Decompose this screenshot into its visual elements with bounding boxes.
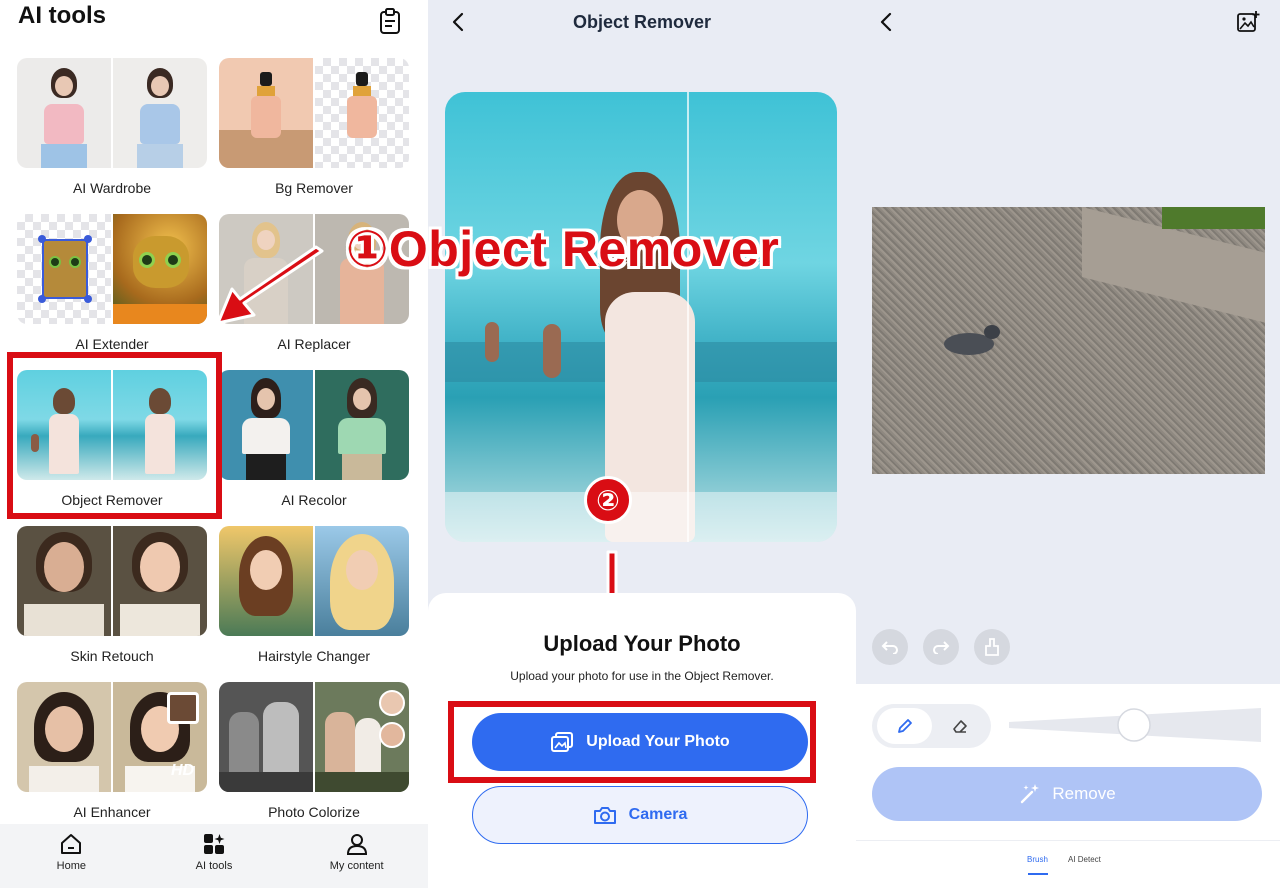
nav-label: Home: [56, 860, 86, 872]
add-image-icon[interactable]: [1236, 10, 1260, 34]
pointer-arrow: [216, 245, 324, 325]
object-remover-editor-screen: Remove Brush AI Detect: [856, 0, 1280, 888]
tab-brush[interactable]: Brush: [1027, 855, 1048, 875]
undo-icon: [881, 641, 898, 654]
tool-thumbnail: [219, 58, 409, 168]
tool-thumbnail: [219, 682, 409, 792]
tool-card-ai-recolor[interactable]: AI Recolor: [219, 370, 409, 508]
slider-thumb: [1117, 708, 1151, 742]
tool-card-bg-remover[interactable]: Bg Remover: [219, 58, 409, 196]
remove-label: Remove: [1052, 784, 1116, 803]
camera-icon: [593, 807, 616, 824]
broom-icon: [985, 638, 999, 656]
screen-title: Object Remover: [572, 12, 712, 32]
camera-label: Camera: [628, 806, 688, 823]
tool-label: Bg Remover: [275, 180, 353, 196]
page-title: AI tools: [18, 2, 106, 29]
brush-size-slider[interactable]: [1009, 706, 1261, 744]
tool-thumbnail: [219, 526, 409, 636]
eraser-mode-button[interactable]: [932, 708, 987, 744]
bottom-nav: Home AI tools My content: [0, 824, 428, 888]
step-one-callout: ①Object Remover: [346, 221, 780, 277]
tab-label: AI Detect: [1068, 855, 1101, 864]
sheet-subtitle: Upload your photo for use in the Object …: [510, 669, 774, 683]
tool-thumbnail: HD: [17, 682, 207, 792]
nav-label: AI tools: [195, 860, 233, 872]
redo-icon: [933, 641, 950, 654]
redo-button[interactable]: [923, 629, 959, 665]
highlight-box-upload: [448, 701, 816, 783]
step-two-marker: ②: [584, 476, 632, 524]
tool-label: AI Wardrobe: [72, 180, 152, 196]
tool-label: Hairstyle Changer: [257, 648, 371, 664]
object-remover-intro-screen: Object Remover Upload Your Photo Upload …: [428, 0, 856, 888]
clipboard-icon[interactable]: [376, 7, 404, 35]
back-arrow-icon[interactable]: [876, 11, 898, 33]
remove-button[interactable]: Remove: [872, 767, 1262, 821]
tool-label: AI Replacer: [277, 336, 351, 352]
tab-ai-detect[interactable]: AI Detect: [1068, 855, 1101, 864]
tool-card-photo-colorize[interactable]: Photo Colorize: [219, 682, 409, 820]
user-icon: [346, 834, 367, 855]
mode-tabs: Brush AI Detect: [856, 840, 1280, 888]
tool-label: AI Extender: [75, 336, 149, 352]
tool-card-ai-enhancer[interactable]: HD AI Enhancer: [17, 682, 207, 820]
tool-card-ai-wardrobe[interactable]: AI Wardrobe: [17, 58, 207, 196]
edit-canvas-photo[interactable]: [872, 207, 1265, 474]
clean-button[interactable]: [974, 629, 1010, 665]
nav-label: My content: [329, 860, 384, 872]
magic-wand-icon: [1021, 784, 1040, 804]
tool-card-skin-retouch[interactable]: Skin Retouch: [17, 526, 207, 664]
tool-label: Photo Colorize: [268, 804, 360, 820]
brush-mode-button[interactable]: [877, 708, 932, 744]
tool-thumbnail: [17, 526, 207, 636]
active-tab-indicator: [1028, 873, 1048, 875]
hd-badge: HD: [171, 762, 195, 779]
highlight-box-object-remover: [7, 352, 222, 519]
brush-eraser-toggle: [872, 704, 991, 748]
ai-tools-screen: AI tools AI Wardrobe Bg Remover AI Exten…: [0, 0, 428, 888]
tool-label: Skin Retouch: [70, 648, 154, 664]
tool-card-hairstyle-changer[interactable]: Hairstyle Changer: [219, 526, 409, 664]
undo-button[interactable]: [872, 629, 908, 665]
tool-thumbnail: [17, 58, 207, 168]
camera-button[interactable]: Camera: [472, 786, 808, 844]
home-icon: [61, 834, 82, 854]
grid-sparkle-icon: [204, 834, 225, 854]
nav-home[interactable]: Home: [0, 824, 143, 888]
sheet-title: Upload Your Photo: [543, 631, 741, 656]
eraser-icon: [952, 720, 967, 733]
nav-ai-tools[interactable]: AI tools: [143, 824, 286, 888]
tool-label: AI Recolor: [281, 492, 347, 508]
tool-thumbnail: [219, 370, 409, 480]
nav-my-content[interactable]: My content: [285, 824, 428, 888]
tab-label: Brush: [1027, 855, 1048, 864]
tool-thumbnail: [17, 214, 207, 324]
tool-card-ai-extender[interactable]: AI Extender: [17, 214, 207, 352]
tool-label: AI Enhancer: [73, 804, 151, 820]
editor-controls: Remove Brush AI Detect: [856, 684, 1280, 888]
example-photo: [445, 92, 837, 542]
pencil-icon: [897, 719, 912, 733]
